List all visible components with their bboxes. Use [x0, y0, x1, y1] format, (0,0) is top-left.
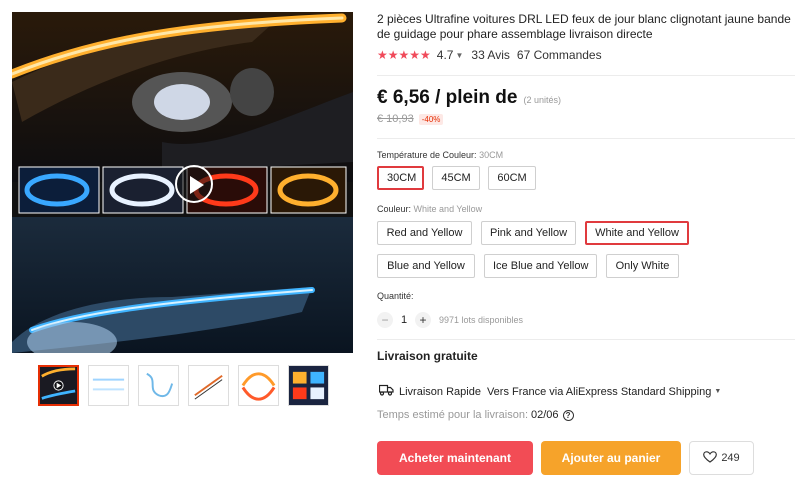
thumbnail-5[interactable]	[238, 365, 279, 406]
option-white-and-yellow[interactable]: White and Yellow	[585, 221, 689, 245]
option-red-and-yellow[interactable]: Red and Yellow	[377, 221, 472, 245]
question-circle-icon[interactable]: ?	[562, 409, 574, 421]
star-rating-icon: ★★★★★	[377, 48, 431, 62]
option-30cm[interactable]: 30CM	[377, 166, 424, 190]
quantity-value[interactable]: 1	[393, 314, 415, 326]
shipping-method-row: Livraison Rapide Vers France via AliExpr…	[378, 384, 721, 399]
orders-count: 67 Commandes	[516, 48, 602, 62]
divider	[377, 138, 795, 139]
stock-available: 9971 lots disponibles	[439, 315, 524, 325]
rating-value[interactable]: 4.7	[437, 48, 454, 62]
option-60cm[interactable]: 60CM	[488, 166, 536, 190]
heart-icon-svg	[703, 450, 718, 463]
original-price-row: € 10,93 -40%	[377, 113, 444, 125]
rating-row: ★★★★★ 4.7 ▼ 33 Avis 67 Commandes	[377, 48, 602, 62]
color-temperature-label-text: Température de Couleur:	[377, 150, 477, 160]
chevron-down-icon[interactable]: ▼	[714, 388, 721, 395]
discount-badge: -40%	[418, 113, 444, 125]
color-temperature-label: Température de Couleur: 30CM	[377, 150, 503, 160]
divider	[377, 75, 795, 76]
thumbnail-image	[289, 366, 328, 405]
option-blue-and-yellow[interactable]: Blue and Yellow	[377, 254, 475, 278]
thumbnail-4[interactable]	[188, 365, 229, 406]
thumbnail-6[interactable]	[288, 365, 329, 406]
wishlist-button[interactable]: 249	[689, 441, 754, 475]
free-shipping-label: Livraison gratuite	[377, 349, 478, 363]
original-price: € 10,93	[377, 113, 414, 125]
color-label-text: Couleur:	[377, 204, 412, 214]
thumbnail-image	[89, 366, 128, 405]
current-price: € 6,56 / plein de	[377, 87, 518, 108]
delivery-estimate-row: Temps estimé pour la livraison: 02/06 ?	[377, 409, 574, 421]
quantity-stepper: − 1 + 9971 lots disponibles	[377, 312, 523, 328]
shipping-method-detail[interactable]: Vers France via AliExpress Standard Ship…	[487, 386, 711, 398]
thumbnail-1[interactable]	[38, 365, 79, 406]
reviews-link[interactable]: 33 Avis	[471, 48, 509, 62]
option-only-white[interactable]: Only White	[606, 254, 679, 278]
option-pink-and-yellow[interactable]: Pink and Yellow	[481, 221, 576, 245]
quantity-label: Quantité:	[377, 291, 414, 301]
unit-count: (2 unités)	[523, 95, 561, 105]
quantity-decrease-button[interactable]: −	[377, 312, 393, 328]
color-temperature-selected: 30CM	[479, 150, 504, 160]
thumbnail-3[interactable]	[138, 365, 179, 406]
play-video-icon[interactable]	[175, 165, 213, 203]
color-selected: White and Yellow	[413, 204, 483, 214]
thumbnail-image	[189, 366, 228, 405]
divider	[377, 339, 795, 340]
product-title: 2 pièces Ultrafine voitures DRL LED feux…	[377, 12, 791, 41]
thumbnail-image	[40, 367, 77, 404]
thumbnail-2[interactable]	[88, 365, 129, 406]
thumbnail-image	[139, 366, 178, 405]
option-45cm[interactable]: 45CM	[432, 166, 480, 190]
delivery-estimate-label: Temps estimé pour la livraison:	[377, 409, 529, 421]
option-ice-blue-and-yellow[interactable]: Ice Blue and Yellow	[484, 254, 597, 278]
price-row: € 6,56 / plein de (2 unités)	[377, 87, 561, 109]
truck-icon	[378, 384, 394, 399]
buy-now-button[interactable]: Acheter maintenant	[377, 441, 533, 475]
color-label: Couleur: White and Yellow	[377, 204, 482, 214]
wishlist-count: 249	[721, 452, 740, 464]
main-product-image[interactable]	[12, 12, 353, 353]
chevron-down-icon[interactable]: ▼	[455, 51, 463, 60]
thumbnail-image	[239, 366, 278, 405]
thumbnail-strip	[38, 365, 329, 406]
quantity-increase-button[interactable]: +	[415, 312, 431, 328]
delivery-estimate-date: 02/06	[531, 409, 559, 421]
truck-icon-svg	[378, 384, 394, 396]
shipping-method-name: Livraison Rapide	[399, 385, 481, 398]
heart-icon	[703, 450, 718, 466]
add-to-cart-button[interactable]: Ajouter au panier	[541, 441, 681, 475]
